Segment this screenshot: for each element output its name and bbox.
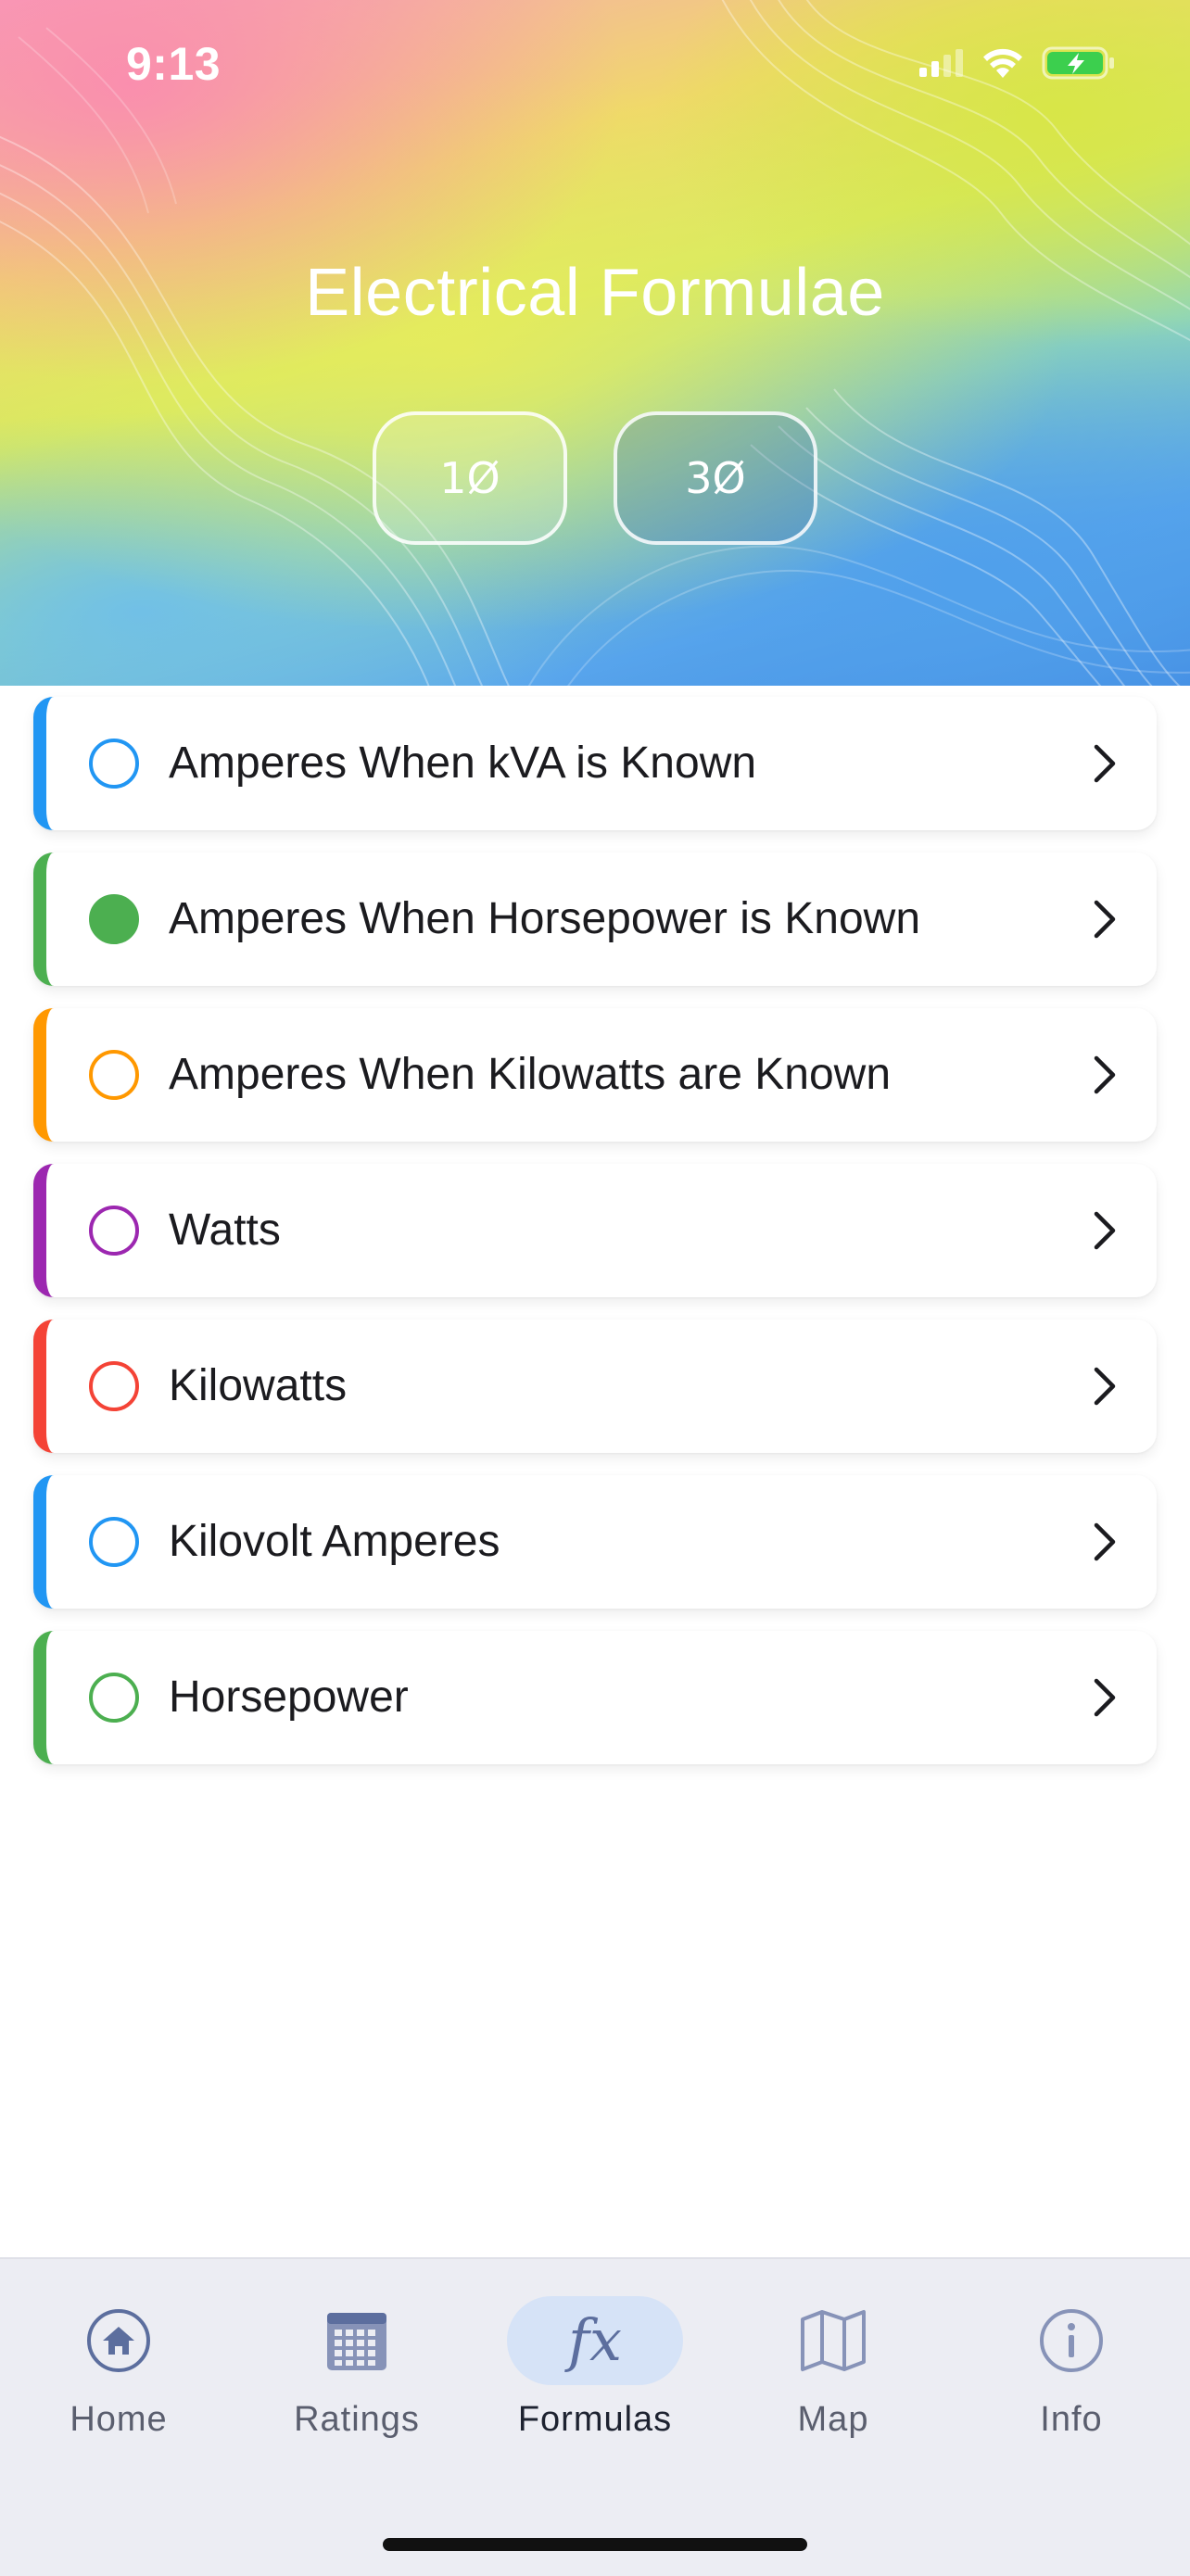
formula-item[interactable]: Amperes When kVA is Known (33, 697, 1157, 830)
radio-indicator-icon (89, 1673, 139, 1723)
chevron-right-icon (1094, 1211, 1116, 1250)
tab-home-label: Home (70, 2400, 168, 2439)
radio-indicator-icon (89, 1517, 139, 1567)
chevron-right-icon (1094, 900, 1116, 939)
info-icon (1034, 2304, 1108, 2378)
radio-indicator-icon (89, 894, 139, 944)
chevron-right-icon (1094, 1055, 1116, 1094)
map-icon (796, 2304, 870, 2378)
page-title: Electrical Formulae (305, 256, 885, 330)
formula-item[interactable]: Amperes When Kilowatts are Known (33, 1008, 1157, 1142)
formula-label: Amperes When Kilowatts are Known (169, 1050, 892, 1099)
status-time: 9:13 (126, 38, 222, 90)
tab-info-label: Info (1040, 2400, 1103, 2439)
tab-ratings-label: Ratings (294, 2400, 420, 2439)
battery-charging-icon (1042, 46, 1114, 80)
tab-info[interactable]: Info (979, 2296, 1164, 2454)
signal-icon (919, 49, 963, 77)
wifi-icon (983, 48, 1022, 78)
chevron-right-icon (1094, 1367, 1116, 1406)
chevron-right-icon (1094, 1678, 1116, 1717)
status-icons (919, 44, 1116, 82)
header-hero: 9:13 Electrical Formulae 1Ø 3Ø (0, 0, 1190, 686)
formula-label: Kilovolt Amperes (169, 1517, 500, 1566)
chevron-right-icon (1094, 1522, 1116, 1561)
formula-label: Kilowatts (169, 1361, 348, 1410)
formula-item[interactable]: Horsepower (33, 1631, 1157, 1764)
single-phase-button[interactable]: 1Ø (373, 411, 567, 545)
tab-formulas[interactable]: fx Formulas (502, 2296, 688, 2454)
calendar-grid-icon (320, 2304, 394, 2378)
chevron-right-icon (1094, 744, 1116, 783)
formula-label: Horsepower (169, 1673, 409, 1722)
tab-home[interactable]: Home (26, 2296, 211, 2454)
formula-label: Amperes When kVA is Known (169, 739, 757, 788)
tab-formulas-label: Formulas (517, 2400, 673, 2439)
three-phase-button[interactable]: 3Ø (614, 411, 817, 545)
formula-label: Amperes When Horsepower is Known (169, 894, 921, 943)
formula-label: Watts (169, 1206, 281, 1255)
radio-indicator-icon (89, 1206, 139, 1256)
tab-ratings[interactable]: Ratings (264, 2296, 449, 2454)
tab-map-label: Map (797, 2400, 869, 2439)
formula-item[interactable]: Amperes When Horsepower is Known (33, 852, 1157, 986)
tab-map[interactable]: Map (741, 2296, 926, 2454)
radio-indicator-icon (89, 1361, 139, 1411)
status-bar: 9:13 (0, 0, 1190, 130)
radio-indicator-icon (89, 1050, 139, 1100)
formula-item[interactable]: Watts (33, 1164, 1157, 1297)
home-indicator (383, 2538, 807, 2551)
radio-indicator-icon (89, 739, 139, 789)
home-icon (82, 2304, 156, 2378)
bottom-tab-bar: Home Ratings fx Formulas Map Info (0, 2257, 1190, 2576)
fx-icon: fx (568, 2306, 622, 2374)
formula-item[interactable]: Kilovolt Amperes (33, 1475, 1157, 1609)
formula-item[interactable]: Kilowatts (33, 1320, 1157, 1453)
